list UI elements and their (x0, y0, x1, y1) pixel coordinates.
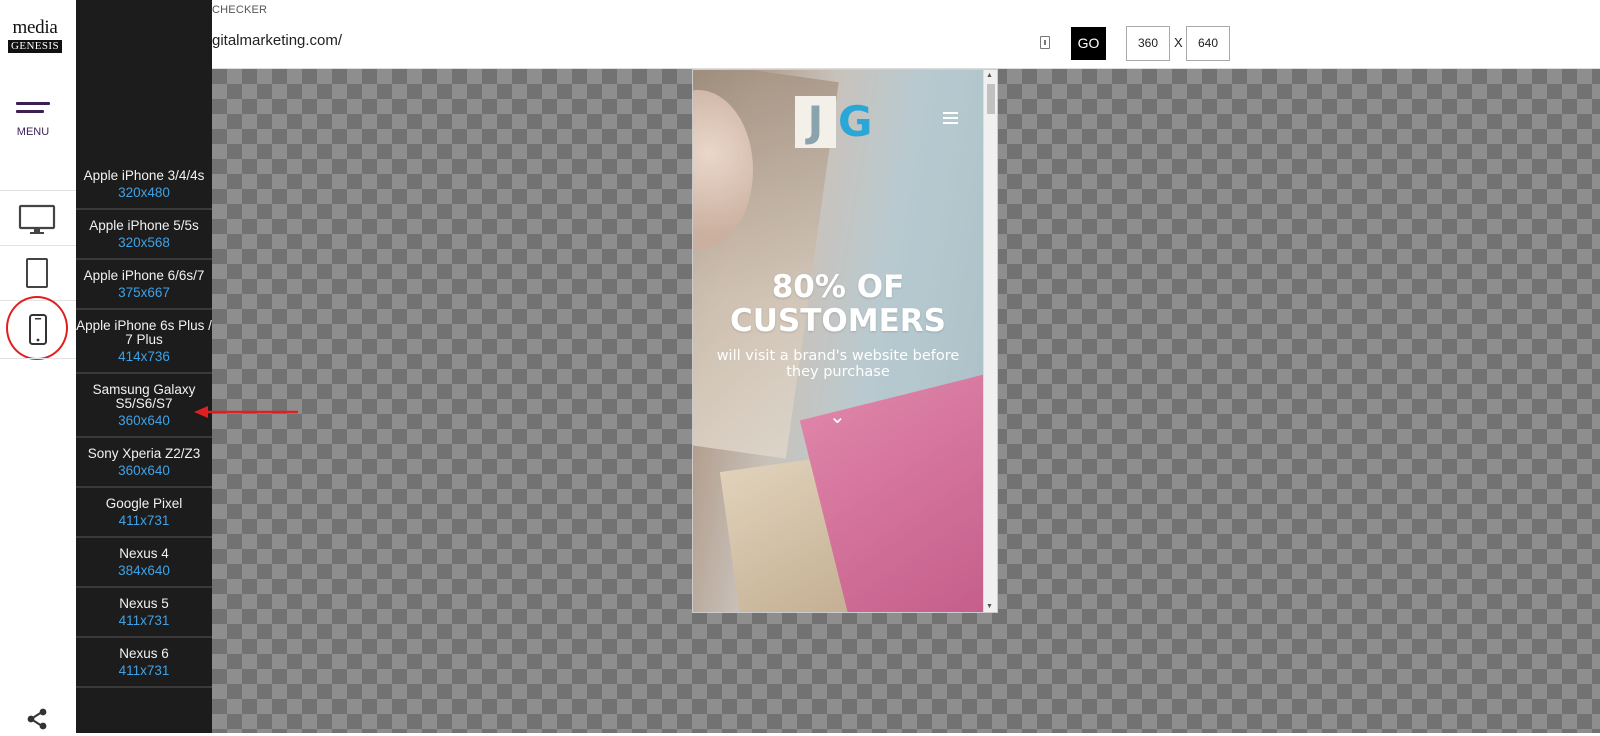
icon-rail: media GENESIS MENU (0, 0, 76, 733)
device-name: Nexus 5 (119, 596, 169, 611)
height-input[interactable]: 640 (1186, 26, 1230, 61)
menu-label: MENU (16, 126, 50, 138)
device-name: Nexus 4 (119, 546, 169, 561)
hero-overlay (693, 70, 983, 612)
url-input[interactable]: gitalmarketing.com/ (212, 32, 342, 49)
headline-line-1: 80% OF (771, 269, 905, 305)
device-item[interactable]: Apple iPhone 3/4/4s 320x480 (76, 162, 212, 210)
tablet-icon (26, 258, 48, 288)
site-menu-icon[interactable] (943, 112, 958, 127)
device-resolution: 320x480 (118, 185, 170, 200)
tablet-view-button[interactable] (0, 248, 76, 302)
website-preview[interactable]: J G 80% OF CUSTOMERS will visit a brand'… (693, 70, 983, 612)
device-name: Sony Xperia Z2/Z3 (87, 446, 201, 461)
device-name: Apple iPhone 5/5s (89, 218, 199, 233)
device-list-panel: Apple iPhone 3/4/4s 320x480 Apple iPhone… (76, 0, 212, 733)
logo-text-genesis: GENESIS (7, 40, 63, 53)
device-resolution: 320x568 (118, 235, 170, 250)
device-item[interactable]: Apple iPhone 6s Plus / 7 Plus 414x736 (76, 312, 212, 374)
logo-g: G (838, 97, 873, 146)
width-input[interactable]: 360 (1126, 26, 1170, 61)
device-name: Apple iPhone 3/4/4s (83, 168, 205, 183)
headline-line-2: CUSTOMERS (730, 303, 946, 339)
device-resolution: 411x731 (118, 663, 170, 678)
logo-j: J (795, 96, 836, 148)
device-resolution: 384x640 (118, 563, 170, 578)
device-item[interactable]: Nexus 6 411x731 (76, 640, 212, 688)
menu-button[interactable]: MENU (0, 95, 66, 145)
dimension-separator: X (1174, 35, 1183, 50)
hero-subtext: will visit a brand's website before they… (716, 348, 960, 380)
device-name: Apple iPhone 6/6s/7 (83, 268, 205, 283)
device-item[interactable]: Sony Xperia Z2/Z3 360x640 (76, 440, 212, 488)
top-bar: CHECKER gitalmarketing.com/ GO 360 X 640 (212, 0, 1600, 69)
clipboard-icon[interactable] (1040, 36, 1050, 49)
device-name: Nexus 6 (119, 646, 169, 661)
device-name: Google Pixel (105, 496, 183, 511)
preview-scrollbar[interactable]: ▲ ▼ (983, 70, 997, 612)
divider (0, 190, 76, 191)
annotation-circle (6, 296, 68, 360)
device-item[interactable]: Apple iPhone 5/5s 320x568 (76, 212, 212, 260)
device-item[interactable]: Apple iPhone 6/6s/7 375x667 (76, 262, 212, 310)
app-title: CHECKER (212, 4, 268, 16)
hamburger-icon (16, 102, 50, 118)
scrollbar-thumb[interactable] (987, 84, 995, 114)
device-resolution: 414x736 (118, 349, 170, 364)
share-icon (27, 708, 47, 730)
scroll-down-icon[interactable]: ▼ (986, 603, 993, 610)
divider (0, 245, 76, 246)
desktop-icon (18, 204, 56, 234)
device-resolution: 411x731 (118, 513, 170, 528)
device-name: Apple iPhone 6s Plus / 7 Plus (76, 318, 212, 347)
phone-preview-frame[interactable]: J G 80% OF CUSTOMERS will visit a brand'… (692, 69, 998, 613)
device-resolution: 411x731 (118, 613, 170, 628)
logo-text-media: media (12, 17, 58, 38)
device-resolution: 360x640 (118, 463, 170, 478)
desktop-view-button[interactable] (0, 192, 76, 246)
chevron-down-icon[interactable]: ⌄ (829, 404, 846, 429)
device-item[interactable]: Nexus 5 411x731 (76, 590, 212, 638)
device-item[interactable]: Google Pixel 411x731 (76, 490, 212, 538)
scroll-up-icon[interactable]: ▲ (986, 72, 993, 79)
go-button[interactable]: GO (1071, 27, 1106, 60)
share-button[interactable] (25, 707, 49, 736)
divider (0, 358, 76, 359)
device-item[interactable]: Nexus 4 384x640 (76, 540, 212, 588)
hero-headline: 80% OF CUSTOMERS (693, 270, 983, 338)
annotation-arrow (194, 406, 298, 418)
device-resolution: 375x667 (118, 285, 170, 300)
media-genesis-logo[interactable]: media GENESIS (6, 18, 64, 53)
